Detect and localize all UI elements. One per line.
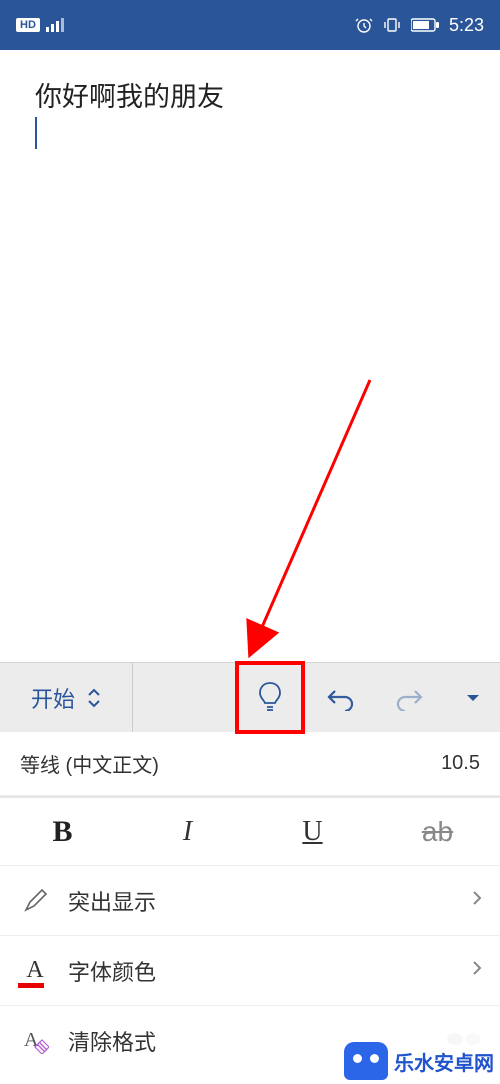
document-editor[interactable]: 你好啊我的朋友 (0, 50, 500, 662)
status-left: HD (16, 18, 64, 32)
highlight-row[interactable]: 突出显示 (0, 866, 500, 936)
signal-icon (46, 18, 64, 32)
tell-me-button[interactable] (235, 663, 305, 732)
chevron-updown-icon (87, 688, 101, 708)
font-color-row[interactable]: A 字体颜色 (0, 936, 500, 1006)
watermark-text: 乐水安卓网 (394, 1047, 494, 1076)
caret-down-icon (465, 693, 481, 703)
font-name: 等线 (中文正文) (20, 749, 159, 778)
vibrate-icon (383, 16, 401, 34)
undo-button[interactable] (305, 663, 375, 732)
chevron-right-icon (472, 889, 482, 912)
ribbon-tab-label: 开始 (31, 682, 75, 714)
clear-format-icon: A (18, 1028, 52, 1054)
alarm-icon (355, 16, 373, 34)
battery-icon (411, 18, 439, 32)
highlight-pen-icon (18, 888, 52, 914)
font-size: 10.5 (441, 752, 480, 775)
site-watermark: 乐水安卓网 (344, 1042, 494, 1080)
strikethrough-button[interactable]: ab (375, 816, 500, 848)
highlight-label: 突出显示 (68, 885, 456, 917)
ribbon-spacer (133, 663, 235, 732)
undo-icon (325, 685, 355, 711)
status-right: 5:23 (355, 15, 484, 36)
robot-icon (344, 1042, 388, 1080)
text-cursor (35, 117, 37, 149)
font-info-row[interactable]: 等线 (中文正文) 10.5 (0, 732, 500, 796)
format-style-row: B I U ab (0, 796, 500, 866)
redo-icon (395, 685, 425, 711)
chevron-right-icon (472, 959, 482, 982)
hd-badge: HD (16, 18, 40, 32)
lightbulb-icon (257, 681, 283, 715)
italic-button[interactable]: I (125, 816, 250, 848)
ribbon-tab-home[interactable]: 开始 (0, 663, 133, 732)
redo-button[interactable] (375, 663, 445, 732)
document-text[interactable]: 你好啊我的朋友 (35, 80, 465, 115)
annotation-arrow (0, 50, 500, 750)
underline-button[interactable]: U (250, 816, 375, 848)
ribbon-toolbar: 开始 (0, 662, 500, 732)
bold-button[interactable]: B (0, 815, 125, 849)
android-status-bar: HD 5:23 (0, 0, 500, 50)
svg-text:A: A (24, 1029, 39, 1051)
ribbon-dropdown-button[interactable] (445, 663, 500, 732)
font-color-label: 字体颜色 (68, 955, 456, 987)
status-time: 5:23 (449, 15, 484, 36)
font-color-icon: A (18, 957, 52, 984)
